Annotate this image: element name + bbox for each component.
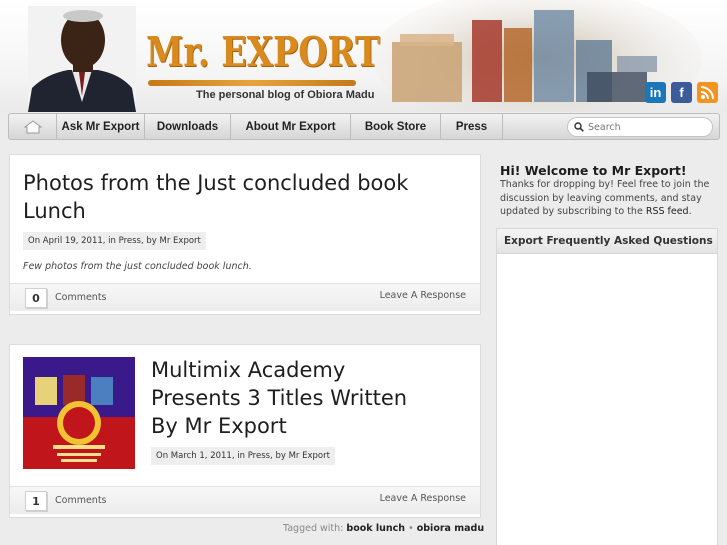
post-card: Photos from the Just concluded book Lunc…: [9, 154, 481, 315]
nav-item-press[interactable]: Press: [441, 114, 503, 139]
tag-separator: •: [408, 523, 414, 534]
leave-response-link[interactable]: Leave A Response: [380, 290, 466, 301]
post-card: Multimix Academy Presents 3 Titles Writt…: [9, 344, 481, 518]
post-footer: 0 Comments Leave A Response: [10, 283, 480, 311]
site-header: Mr. EXPORT The personal blog of Obiora M…: [0, 0, 727, 112]
post-tags: Tagged with: book lunch • obiora madu: [283, 523, 484, 534]
tag-link[interactable]: obiora madu: [417, 523, 484, 534]
comments-link[interactable]: Comments: [55, 495, 107, 506]
nav-item-downloads[interactable]: Downloads: [145, 114, 231, 139]
site-logo[interactable]: Mr. EXPORT The personal blog of Obiora M…: [146, 28, 380, 106]
logo-underline: [148, 80, 356, 86]
linkedin-icon[interactable]: in: [645, 82, 666, 103]
site-tagline: The personal blog of Obiora Madu: [196, 89, 375, 101]
post-title[interactable]: Photos from the Just concluded book Lunc…: [23, 169, 443, 225]
author-portrait: [28, 6, 136, 112]
nav-item-ask-mr-export[interactable]: Ask Mr Export: [57, 114, 145, 139]
post-thumbnail[interactable]: [23, 357, 135, 469]
rss-feed-link[interactable]: RSS feed: [646, 206, 689, 217]
tag-link[interactable]: book lunch: [346, 523, 405, 534]
welcome-end: .: [688, 206, 692, 217]
faq-widget: Export Frequently Asked Questions: [496, 228, 718, 545]
facebook-icon[interactable]: f: [671, 82, 692, 103]
comment-count-badge[interactable]: 1: [25, 491, 47, 511]
main-nav: Ask Mr Export Downloads About Mr Export …: [8, 113, 720, 140]
comment-count-badge[interactable]: 0: [25, 288, 47, 308]
post-excerpt: Few photos from the just concluded book …: [23, 261, 252, 272]
rss-icon[interactable]: [697, 82, 718, 103]
search-box[interactable]: [567, 117, 713, 137]
leave-response-link[interactable]: Leave A Response: [380, 493, 466, 504]
post-meta: On March 1, 2011, in Press, by Mr Export: [151, 447, 335, 465]
logo-text: Mr. EXPORT: [146, 28, 380, 76]
nav-item-about-mr-export[interactable]: About Mr Export: [231, 114, 351, 139]
welcome-title: Hi! Welcome to Mr Export!: [500, 163, 687, 178]
welcome-text: Thanks for dropping by! Feel free to joi…: [500, 178, 715, 219]
tags-label: Tagged with:: [283, 523, 344, 534]
comments-link[interactable]: Comments: [55, 292, 107, 303]
faq-widget-title: Export Frequently Asked Questions: [497, 229, 717, 254]
nav-item-book-store[interactable]: Book Store: [351, 114, 441, 139]
post-footer: 1 Comments Leave A Response: [10, 486, 480, 514]
search-icon: [574, 122, 584, 132]
nav-home[interactable]: [9, 114, 57, 139]
home-icon: [23, 119, 42, 133]
search-input[interactable]: [588, 121, 708, 133]
post-title[interactable]: Multimix Academy Presents 3 Titles Writt…: [151, 356, 421, 440]
post-meta: On April 19, 2011, in Press, by Mr Expor…: [23, 232, 206, 250]
